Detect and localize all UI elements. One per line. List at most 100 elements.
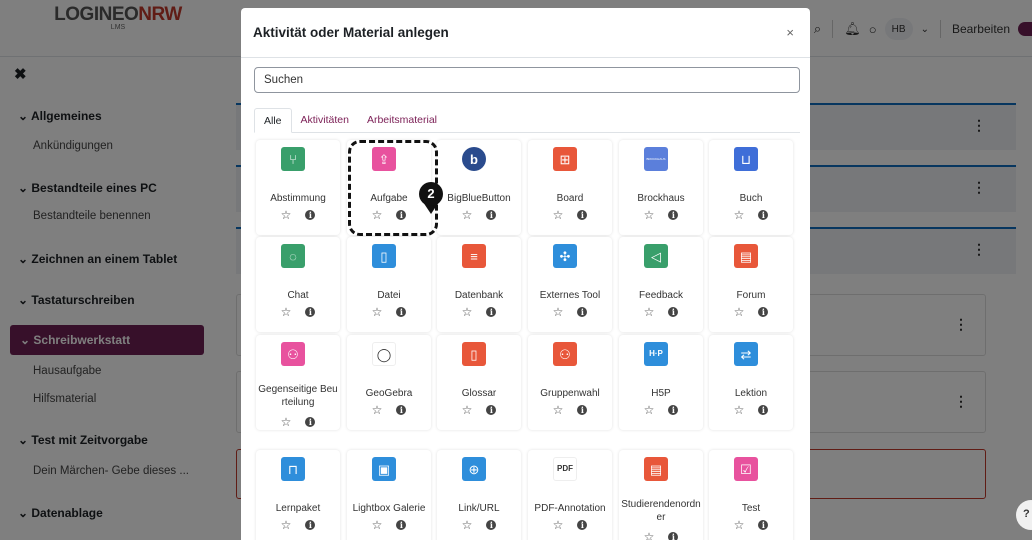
lesson-icon: ⇄: [734, 342, 758, 366]
module-name: Studierendenordner: [621, 499, 701, 523]
module-card-footer: ☆ i: [528, 208, 612, 222]
info-icon[interactable]: i: [305, 307, 316, 317]
chat-icon: ◌: [281, 244, 305, 268]
star-icon[interactable]: ☆: [462, 519, 473, 531]
star-icon[interactable]: ☆: [644, 209, 655, 221]
module-card[interactable]: ▯ Datei ☆ i: [347, 237, 431, 332]
module-card[interactable]: ⊞ Board ☆ i: [528, 140, 612, 235]
info-icon[interactable]: i: [668, 405, 679, 415]
star-icon[interactable]: ☆: [281, 519, 292, 531]
module-card[interactable]: BROCKHAUS Brockhaus ☆ i: [619, 140, 703, 235]
module-card-footer: ☆ i: [528, 403, 612, 417]
module-card[interactable]: ◌ Chat ☆ i: [256, 237, 340, 332]
star-icon[interactable]: ☆: [281, 416, 292, 428]
module-card[interactable]: ⊓ Lernpaket ☆ i: [256, 450, 340, 540]
star-icon[interactable]: ☆: [372, 404, 383, 416]
info-icon[interactable]: i: [486, 405, 497, 415]
module-card[interactable]: ▯ Glossar ☆ i: [437, 335, 521, 430]
star-icon[interactable]: ☆: [644, 531, 655, 540]
module-card-footer: ☆ i: [256, 415, 340, 429]
module-name: GeoGebra: [365, 388, 413, 399]
info-icon[interactable]: i: [396, 405, 407, 415]
info-icon[interactable]: i: [396, 307, 407, 317]
star-icon[interactable]: ☆: [734, 306, 745, 318]
module-card-footer: ☆ i: [347, 518, 431, 532]
module-card[interactable]: ✣ Externes Tool ☆ i: [528, 237, 612, 332]
info-icon[interactable]: i: [486, 520, 497, 530]
module-card[interactable]: ▤ Studierendenordner ☆ i: [619, 450, 703, 540]
info-icon[interactable]: i: [758, 405, 769, 415]
module-card[interactable]: ⑂ Abstimmung ☆ i: [256, 140, 340, 235]
external-tool-icon: ✣: [553, 244, 577, 268]
module-card[interactable]: ⊔ Buch ☆ i: [709, 140, 793, 235]
pdf-annotation-icon: PDF: [553, 457, 577, 481]
info-icon[interactable]: i: [668, 210, 679, 220]
module-card-footer: ☆ i: [437, 403, 521, 417]
h5p-icon: H·P: [644, 342, 668, 366]
module-card[interactable]: ☑ Test ☆ i: [709, 450, 793, 540]
module-card[interactable]: ◯ GeoGebra ☆ i: [347, 335, 431, 430]
star-icon[interactable]: ☆: [553, 306, 564, 318]
info-icon[interactable]: i: [758, 520, 769, 530]
module-card[interactable]: PDF PDF-Annotation ☆ i: [528, 450, 612, 540]
glossary-icon: ▯: [462, 342, 486, 366]
group-choice-icon: ⚇: [553, 342, 577, 366]
star-icon[interactable]: ☆: [372, 519, 383, 531]
star-icon[interactable]: ☆: [462, 209, 473, 221]
module-card[interactable]: ⚇ Gegenseitige Beurteilung ☆ i: [256, 335, 340, 430]
star-icon[interactable]: ☆: [734, 404, 745, 416]
module-card[interactable]: b BigBlueButton ☆ i: [437, 140, 521, 235]
poll-icon: ⑂: [281, 147, 305, 171]
info-icon[interactable]: i: [305, 210, 316, 220]
star-icon[interactable]: ☆: [462, 404, 473, 416]
module-card[interactable]: ⊕ Link/URL ☆ i: [437, 450, 521, 540]
module-name: Lightbox Galerie: [352, 503, 426, 514]
module-card-footer: ☆ i: [619, 208, 703, 222]
student-folder-icon: ▤: [644, 457, 668, 481]
info-icon[interactable]: i: [668, 307, 679, 317]
module-card[interactable]: ⚇ Gruppenwahl ☆ i: [528, 335, 612, 430]
star-icon[interactable]: ☆: [462, 306, 473, 318]
star-icon[interactable]: ☆: [734, 519, 745, 531]
module-card[interactable]: ▣ Lightbox Galerie ☆ i: [347, 450, 431, 540]
module-name: PDF-Annotation: [534, 503, 606, 514]
module-card[interactable]: ◁ Feedback ☆ i: [619, 237, 703, 332]
module-name: BigBlueButton: [447, 193, 511, 204]
module-name: Chat: [287, 290, 309, 301]
info-icon[interactable]: i: [577, 210, 588, 220]
star-icon[interactable]: ☆: [553, 519, 564, 531]
module-name: Link/URL: [458, 503, 500, 514]
info-icon[interactable]: i: [305, 520, 316, 530]
module-card[interactable]: H·P H5P ☆ i: [619, 335, 703, 430]
info-icon[interactable]: i: [577, 520, 588, 530]
info-icon[interactable]: i: [758, 307, 769, 317]
gallery-icon: ▣: [372, 457, 396, 481]
info-icon[interactable]: i: [758, 210, 769, 220]
module-card[interactable]: ≡ Datenbank ☆ i: [437, 237, 521, 332]
module-name: H5P: [651, 388, 671, 399]
info-icon[interactable]: i: [486, 210, 497, 220]
star-icon[interactable]: ☆: [644, 404, 655, 416]
module-card-footer: ☆ i: [619, 530, 703, 540]
module-card[interactable]: ⇄ Lektion ☆ i: [709, 335, 793, 430]
info-icon[interactable]: i: [668, 532, 679, 540]
info-icon[interactable]: i: [577, 405, 588, 415]
forum-icon: ▤: [734, 244, 758, 268]
module-card-footer: ☆ i: [528, 305, 612, 319]
module-card-footer: ☆ i: [528, 518, 612, 532]
info-icon[interactable]: i: [577, 307, 588, 317]
module-name: Datei: [377, 290, 401, 301]
star-icon[interactable]: ☆: [644, 306, 655, 318]
star-icon[interactable]: ☆: [734, 209, 745, 221]
star-icon[interactable]: ☆: [553, 404, 564, 416]
info-icon[interactable]: i: [396, 520, 407, 530]
info-icon[interactable]: i: [305, 417, 316, 427]
star-icon[interactable]: ☆: [553, 209, 564, 221]
module-card[interactable]: ▤ Forum ☆ i: [709, 237, 793, 332]
url-icon: ⊕: [462, 457, 486, 481]
feedback-icon: ◁: [644, 244, 668, 268]
info-icon[interactable]: i: [486, 307, 497, 317]
star-icon[interactable]: ☆: [281, 306, 292, 318]
star-icon[interactable]: ☆: [372, 306, 383, 318]
star-icon[interactable]: ☆: [281, 209, 292, 221]
